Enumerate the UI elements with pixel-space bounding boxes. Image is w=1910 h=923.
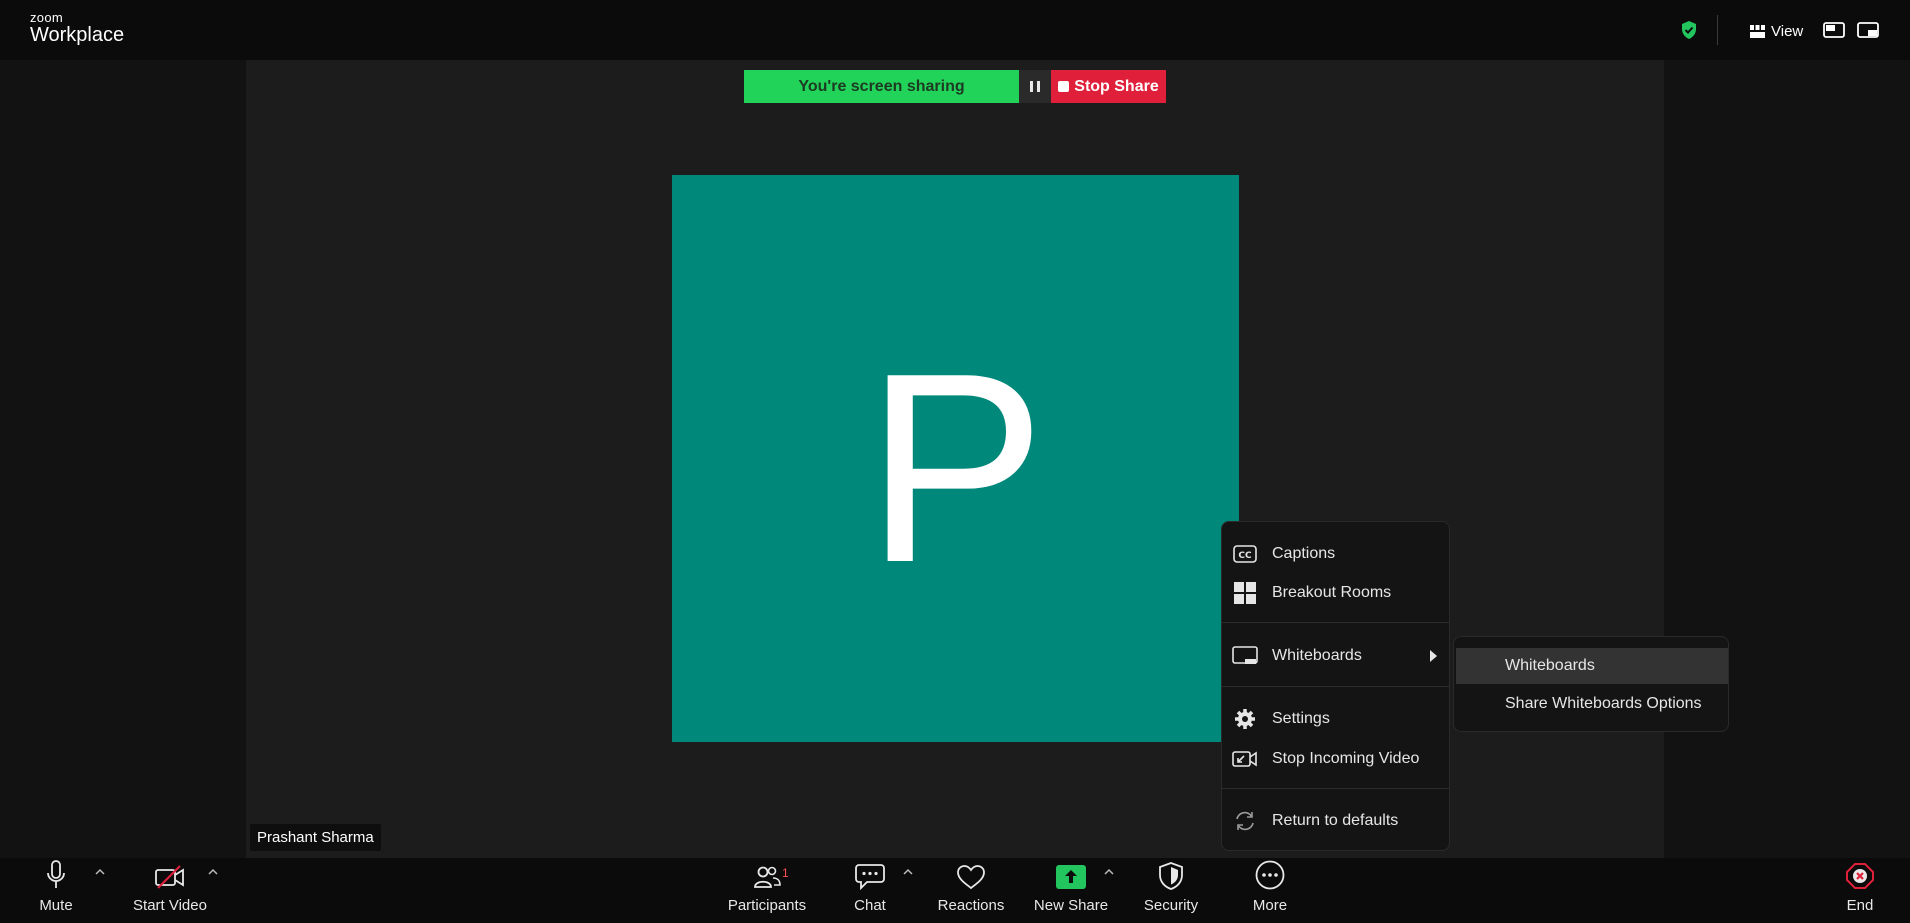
pause-icon-bar: [1037, 81, 1040, 92]
pause-icon: [1030, 81, 1033, 92]
logo-small-text: zoom: [30, 10, 63, 25]
share-screen-icon: [1056, 858, 1086, 892]
chat-icon: [855, 858, 885, 892]
start-video-label: Start Video: [133, 897, 207, 914]
end-label: End: [1846, 897, 1874, 914]
refresh-icon: [1232, 810, 1258, 832]
breakout-rooms-label: Breakout Rooms: [1272, 584, 1392, 601]
security-button[interactable]: Security: [1143, 858, 1199, 923]
reactions-button[interactable]: Reactions: [936, 858, 1006, 923]
menu-divider: [1222, 788, 1449, 789]
share-options-chevron-up-icon[interactable]: [1102, 866, 1116, 878]
top-divider: [1717, 15, 1718, 45]
submenu-item-share-whiteboards-options[interactable]: Share Whiteboards Options: [1456, 686, 1728, 722]
picture-in-picture-icon[interactable]: [1823, 21, 1845, 39]
video-off-icon: [155, 858, 185, 892]
screen-sharing-status: You're screen sharing: [744, 70, 1019, 103]
return-to-defaults-label: Return to defaults: [1272, 812, 1399, 829]
whiteboard-icon: [1232, 645, 1258, 667]
view-label: View: [1771, 22, 1804, 40]
chat-button[interactable]: Chat: [851, 858, 889, 923]
stop-incoming-video-label: Stop Incoming Video: [1272, 750, 1420, 767]
microphone-icon: [46, 858, 66, 892]
video-options-chevron-up-icon[interactable]: [206, 866, 220, 878]
svg-text:CC: CC: [1238, 551, 1252, 561]
end-icon: [1845, 858, 1875, 892]
minimize-window-icon[interactable]: [1857, 21, 1879, 39]
more-label: More: [1252, 897, 1288, 914]
grid-view-icon: [1750, 24, 1765, 38]
participant-name-tag: Prashant Sharma: [250, 824, 381, 851]
stop-share-button[interactable]: Stop Share: [1051, 70, 1166, 103]
stop-icon: [1058, 81, 1070, 92]
end-meeting-button[interactable]: End: [1845, 858, 1875, 923]
more-button[interactable]: More: [1250, 858, 1290, 923]
participants-icon: [753, 858, 781, 892]
new-share-label: New Share: [1033, 897, 1109, 914]
menu-divider: [1222, 622, 1449, 623]
participants-label: Participants: [727, 897, 807, 914]
chat-options-chevron-up-icon[interactable]: [901, 866, 915, 878]
more-menu: CC Captions Breakout Rooms Whiteboards S…: [1221, 521, 1450, 851]
breakout-rooms-icon: [1232, 582, 1258, 604]
security-shield-icon: [1158, 858, 1184, 892]
participants-button[interactable]: Participants: [726, 858, 808, 923]
start-video-button[interactable]: Start Video: [130, 858, 210, 923]
new-share-button[interactable]: New Share: [1033, 858, 1109, 923]
participants-count-badge: 1: [782, 866, 789, 880]
whiteboards-label: Whiteboards: [1272, 647, 1362, 664]
stop-share-label: Stop Share: [1074, 77, 1159, 95]
pause-share-button[interactable]: [1019, 70, 1051, 103]
menu-item-whiteboards[interactable]: Whiteboards: [1222, 639, 1449, 673]
menu-item-breakout-rooms[interactable]: Breakout Rooms: [1222, 576, 1449, 610]
avatar-initial: P: [865, 317, 1046, 619]
whiteboards-submenu: Whiteboards Share Whiteboards Options: [1453, 636, 1729, 732]
heart-icon: [956, 858, 986, 892]
security-label: Security: [1143, 897, 1199, 914]
captions-label: Captions: [1272, 545, 1336, 562]
logo-big-text: Workplace: [30, 24, 125, 46]
zoom-logo: zoom Workplace: [30, 11, 124, 45]
meeting-toolbar: Mute Start Video Participants 1 Chat Rea…: [0, 858, 1910, 923]
participant-avatar-tile: P: [672, 175, 1239, 742]
menu-divider: [1222, 686, 1449, 687]
mute-label: Mute: [39, 897, 73, 914]
menu-item-return-to-defaults[interactable]: Return to defaults: [1222, 804, 1449, 838]
menu-item-settings[interactable]: Settings: [1222, 702, 1449, 736]
stop-incoming-video-icon: [1232, 748, 1258, 770]
submenu-arrow-icon: [1430, 650, 1437, 662]
audio-options-chevron-up-icon[interactable]: [93, 866, 107, 878]
encryption-shield-icon[interactable]: [1680, 20, 1698, 40]
more-options-icon: [1255, 858, 1285, 892]
settings-label: Settings: [1272, 710, 1330, 727]
gear-icon: [1232, 708, 1258, 730]
top-bar: zoom Workplace View: [0, 0, 1910, 60]
chat-label: Chat: [854, 897, 886, 914]
menu-item-stop-incoming-video[interactable]: Stop Incoming Video: [1222, 742, 1449, 776]
screen-share-bar: You're screen sharing Stop Share: [744, 70, 1166, 103]
captions-icon: CC: [1232, 543, 1258, 565]
reactions-label: Reactions: [937, 897, 1005, 914]
menu-item-captions[interactable]: CC Captions: [1222, 537, 1449, 571]
submenu-item-whiteboards[interactable]: Whiteboards: [1456, 648, 1728, 684]
mute-button[interactable]: Mute: [36, 858, 76, 923]
view-button[interactable]: View: [1750, 20, 1803, 42]
